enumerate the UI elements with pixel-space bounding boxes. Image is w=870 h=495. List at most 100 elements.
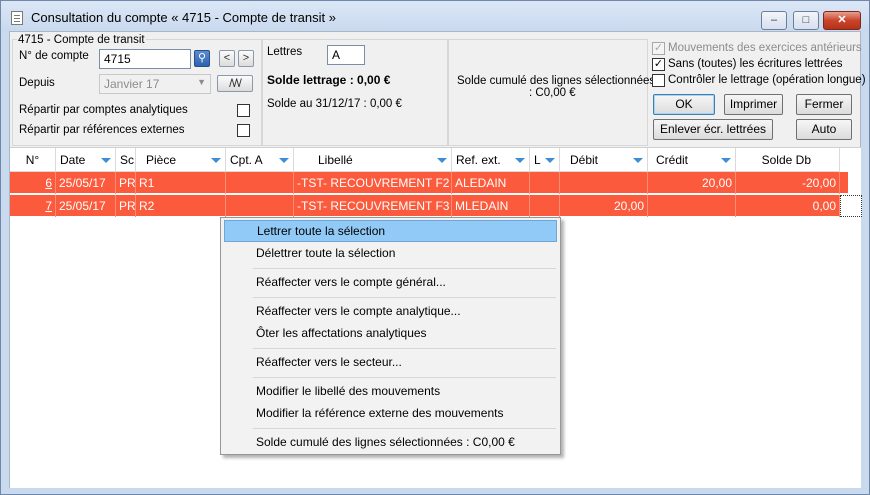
- column-ref-label: Ref. ext.: [456, 153, 501, 167]
- since-label: Depuis: [19, 77, 55, 89]
- column-header-l[interactable]: L: [530, 148, 560, 172]
- close-button[interactable]: Fermer: [796, 94, 852, 115]
- search-icon[interactable]: ⚲: [194, 50, 210, 67]
- menu-item-remove-analytic[interactable]: Ôter les affectations analytiques: [224, 322, 557, 344]
- menu-separator: [253, 428, 556, 429]
- close-window-button[interactable]: ✕: [823, 11, 861, 30]
- column-header-libelle[interactable]: Libellé: [294, 148, 452, 172]
- cell-num[interactable]: 6: [10, 172, 56, 194]
- chevron-down-icon: ▼: [197, 77, 206, 87]
- cell-credit: [648, 195, 736, 217]
- cell-solde: -20,00: [736, 172, 840, 194]
- print-button[interactable]: Imprimer: [724, 94, 783, 115]
- maximize-button[interactable]: □: [793, 11, 819, 30]
- menu-separator: [253, 268, 556, 269]
- analytic-split-label: Répartir par comptes analytiques: [19, 104, 188, 116]
- table-row[interactable]: 7 25/05/17 PR R2 -TST- RECOUVREMENT F3 M…: [10, 195, 862, 217]
- column-cpta-label: Cpt. A: [230, 153, 263, 167]
- context-menu: Lettrer toute la sélection Délettrer tou…: [220, 217, 561, 455]
- next-account-button[interactable]: >: [238, 50, 254, 67]
- table-row[interactable]: 6 25/05/17 PR R1 -TST- RECOUVREMENT F2 A…: [10, 172, 848, 194]
- prev-account-button[interactable]: <: [219, 50, 235, 67]
- filter-arrow-icon[interactable]: [211, 158, 221, 163]
- document-icon: [11, 11, 23, 25]
- filter-arrow-icon[interactable]: [633, 158, 643, 163]
- lettering-balance: Solde lettrage : 0,00 €: [267, 73, 391, 87]
- column-header-solde[interactable]: Solde Db: [736, 148, 840, 172]
- cell-date: 25/05/17: [56, 195, 116, 217]
- column-header-sc[interactable]: Sc: [116, 148, 136, 172]
- cell-cpta: [226, 172, 294, 194]
- check-lettering-checkbox[interactable]: [652, 74, 665, 87]
- ok-button[interactable]: OK: [653, 94, 715, 115]
- letters-input[interactable]: A: [327, 45, 365, 65]
- column-header-credit[interactable]: Crédit: [648, 148, 736, 172]
- cell-solde: 0,00: [736, 195, 840, 217]
- no-lettered-checkbox[interactable]: ✓: [652, 58, 665, 71]
- menu-item-edit-ref[interactable]: Modifier la référence externe des mouvem…: [224, 402, 557, 424]
- filter-arrow-icon[interactable]: [515, 158, 525, 163]
- account-panel: 4715 - Compte de transit N° de compte 47…: [12, 34, 262, 146]
- account-number-input[interactable]: 4715: [99, 49, 191, 69]
- cell-l: [530, 172, 560, 194]
- column-credit-label: Crédit: [656, 153, 689, 167]
- column-header-cpta[interactable]: Cpt. A: [226, 148, 294, 172]
- menu-separator: [253, 297, 556, 298]
- column-l-label: L: [534, 153, 541, 167]
- cell-num[interactable]: 7: [10, 195, 56, 217]
- window-title: Consultation du compte « 4715 - Compte d…: [31, 10, 336, 25]
- cell-l: [530, 195, 560, 217]
- filter-arrow-icon[interactable]: [279, 158, 289, 163]
- menu-item-reassign-general[interactable]: Réaffecter vers le compte général...: [224, 271, 557, 293]
- column-header-piece[interactable]: Pièce: [136, 148, 226, 172]
- cell-sc: PR: [116, 172, 136, 194]
- menu-item-selection-total[interactable]: Solde cumulé des lignes sélectionnées : …: [224, 431, 557, 453]
- selection-total-label: Solde cumulé des lignes sélectionnées: [457, 75, 656, 87]
- cell-piece: R1: [136, 172, 226, 194]
- analytic-split-checkbox[interactable]: [237, 104, 250, 117]
- minimize-button[interactable]: –: [761, 11, 787, 30]
- external-split-checkbox[interactable]: [237, 124, 250, 137]
- external-split-label: Répartir par références externes: [19, 124, 185, 136]
- cell-ref: ALEDAIN: [452, 172, 530, 194]
- cell-debit: 20,00: [560, 195, 648, 217]
- cell-cpta: [226, 195, 294, 217]
- menu-separator: [253, 348, 556, 349]
- column-debit-label: Débit: [570, 153, 599, 167]
- cell-libelle: -TST- RECOUVREMENT F3: [294, 195, 452, 217]
- period-picker-button[interactable]: /\/\/: [217, 75, 253, 92]
- filter-arrow-icon[interactable]: [101, 158, 111, 163]
- auto-button[interactable]: Auto: [796, 119, 852, 140]
- selection-panel: Solde cumulé des lignes sélectionnées : …: [448, 39, 655, 146]
- selection-total-value: : C0,00 €: [529, 87, 576, 99]
- filter-arrow-icon[interactable]: [545, 158, 555, 163]
- cell-debit: [560, 172, 648, 194]
- filter-arrow-icon[interactable]: [437, 158, 447, 163]
- column-libelle-label: Libellé: [318, 153, 353, 167]
- cell-piece: R2: [136, 195, 226, 217]
- prev-years-label: Mouvements des exercices antérieurs: [668, 42, 862, 54]
- column-header-date[interactable]: Date: [56, 148, 116, 172]
- menu-item-reassign-sector[interactable]: Réaffecter vers le secteur...: [224, 351, 557, 373]
- column-header-num[interactable]: N°: [10, 148, 56, 172]
- title-bar[interactable]: Consultation du compte « 4715 - Compte d…: [1, 1, 869, 33]
- cell-date: 25/05/17: [56, 172, 116, 194]
- letters-label: Lettres: [267, 46, 303, 58]
- filter-arrow-icon[interactable]: [721, 158, 731, 163]
- lettering-panel: Lettres A Solde lettrage : 0,00 € Solde …: [262, 39, 448, 146]
- remove-lettered-button[interactable]: Enlever écr. lettrées: [653, 119, 773, 140]
- cell-sc: PR: [116, 195, 136, 217]
- menu-item-unletter-all[interactable]: Délettrer toute la sélection: [224, 242, 557, 264]
- cell-ref: MLEDAIN: [452, 195, 530, 217]
- cell-libelle: -TST- RECOUVREMENT F2: [294, 172, 452, 194]
- focus-cell[interactable]: [840, 195, 862, 217]
- column-header-ref[interactable]: Ref. ext.: [452, 148, 530, 172]
- menu-separator: [253, 377, 556, 378]
- menu-item-reassign-analytic[interactable]: Réaffecter vers le compte analytique...: [224, 300, 557, 322]
- balance-at-date: Solde au 31/12/17 : 0,00 €: [267, 98, 402, 110]
- menu-item-letter-all[interactable]: Lettrer toute la sélection: [224, 220, 557, 242]
- since-select[interactable]: Janvier 17 ▼: [99, 74, 211, 94]
- column-header-debit[interactable]: Débit: [560, 148, 648, 172]
- menu-item-edit-label[interactable]: Modifier le libellé des mouvements: [224, 380, 557, 402]
- prev-years-checkbox[interactable]: ✓: [652, 42, 665, 55]
